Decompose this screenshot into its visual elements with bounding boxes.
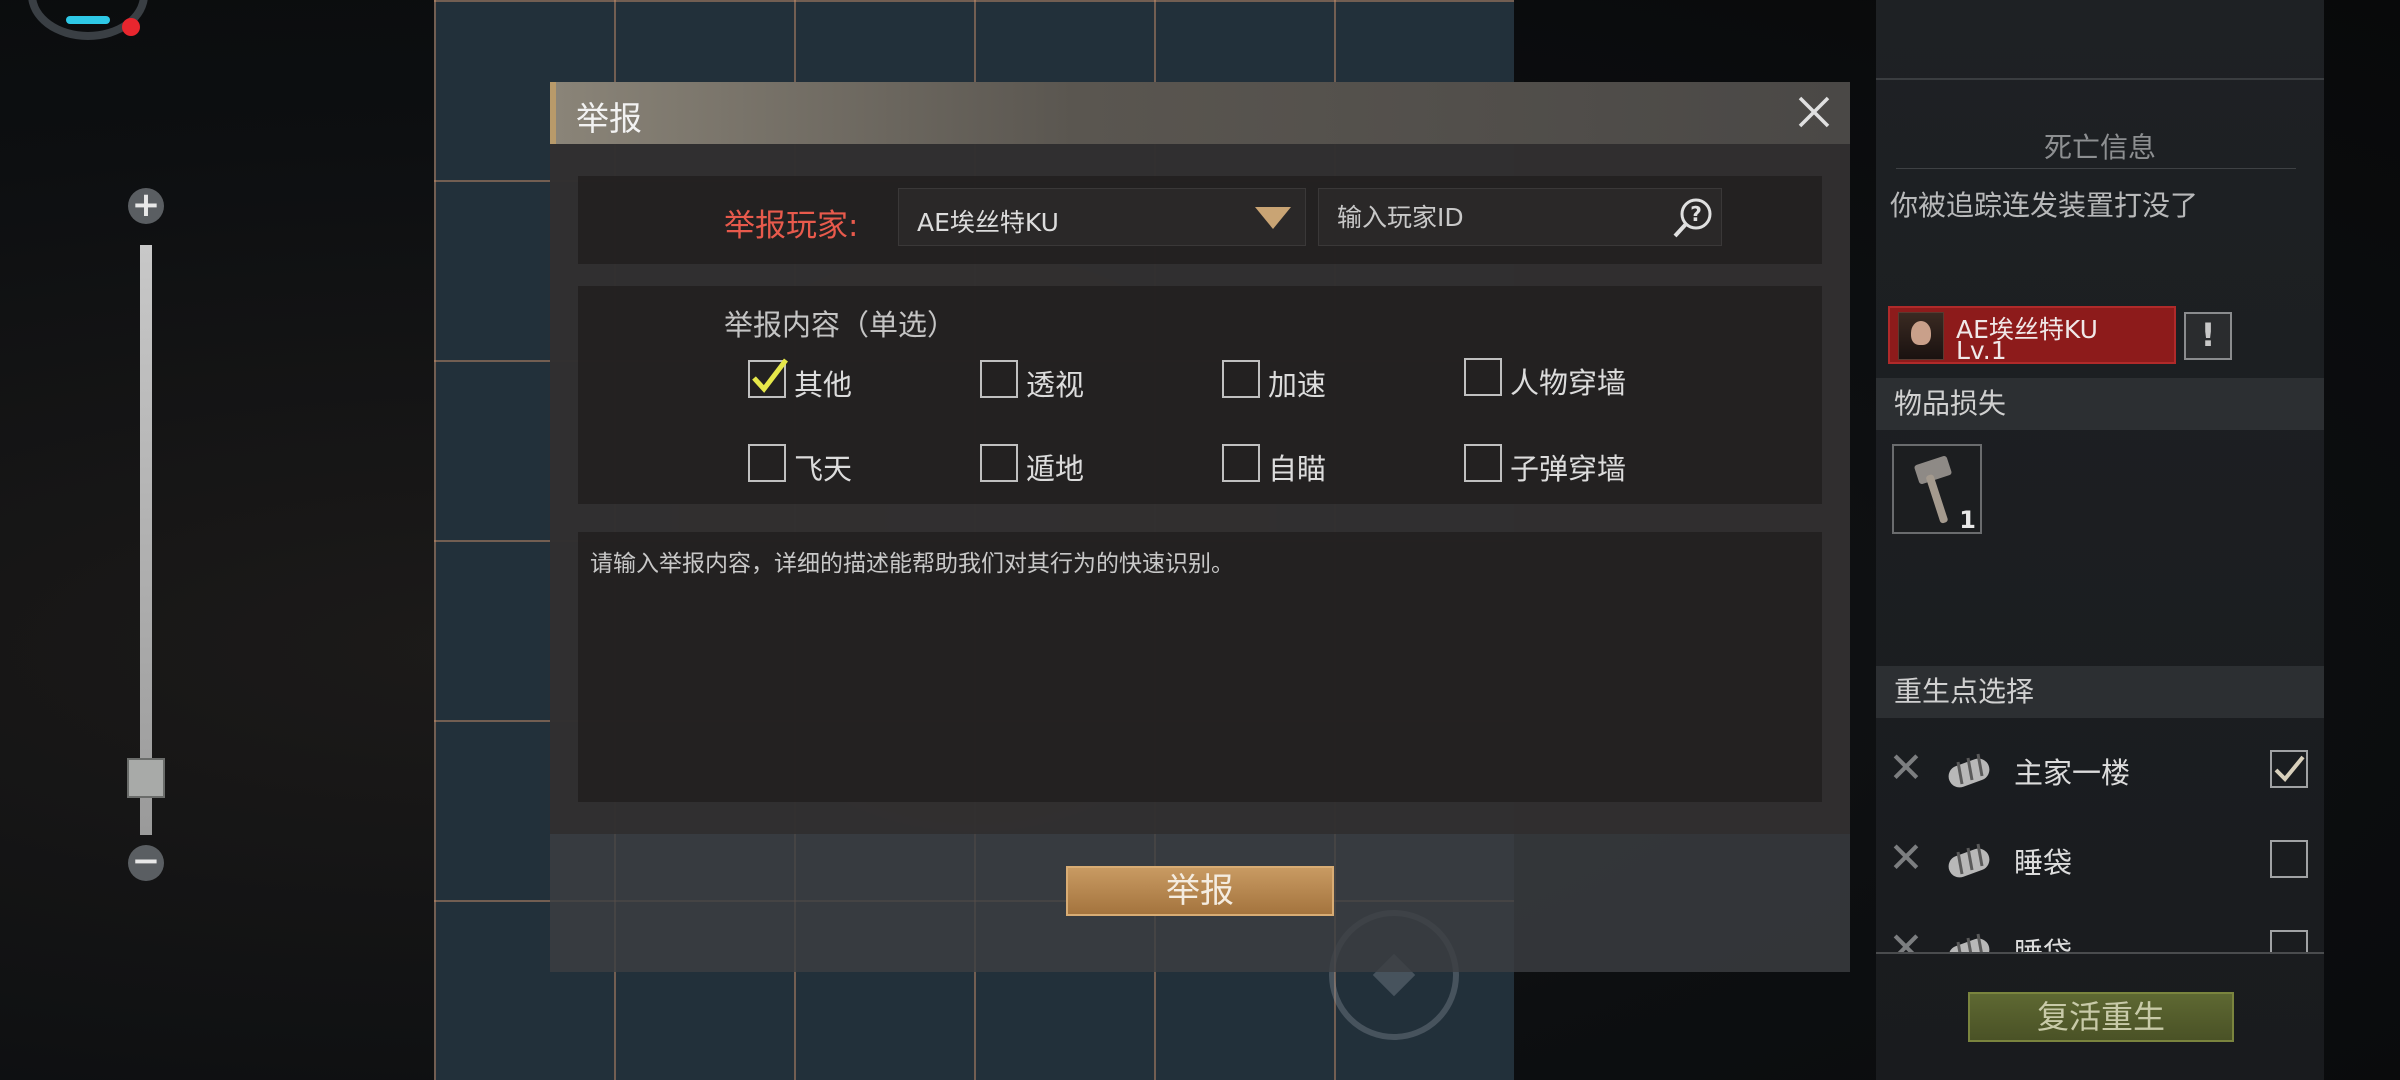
respawn-point-row[interactable]: ✕ 睡袋 — [1876, 818, 2324, 898]
report-description-input[interactable] — [578, 532, 1822, 802]
revive-button[interactable]: 复活重生 — [1968, 992, 2234, 1042]
killer-level: Lv.1 — [1956, 336, 2007, 365]
search-help-icon[interactable]: ? — [1670, 196, 1714, 240]
report-content-box: 举报内容（单选） 其他 透视 加速 人物穿墙 飞天 遁地 自瞄 子弹穿墙 — [578, 286, 1822, 504]
option-label: 加速 — [1268, 368, 1327, 402]
option-checkbox[interactable] — [748, 358, 788, 398]
chevron-down-icon[interactable] — [1255, 207, 1291, 229]
sleeping-bag-icon — [1948, 843, 1990, 878]
notification-dot — [122, 18, 140, 36]
sleeping-bag-icon — [1948, 753, 1990, 788]
lost-item-slot[interactable]: 1 — [1892, 444, 1982, 534]
report-content-title: 举报内容（单选） — [724, 308, 957, 342]
divider — [1876, 78, 2324, 80]
option-label: 其他 — [794, 368, 853, 402]
player-id-input[interactable] — [1318, 188, 1722, 246]
report-dialog-header: 举报 — [550, 82, 1850, 144]
report-killer-button[interactable]: ! — [2184, 312, 2232, 360]
remove-icon[interactable]: ✕ — [1886, 927, 1926, 953]
option-checkbox[interactable] — [1464, 444, 1502, 482]
report-dialog-body: 举报玩家: AE埃丝特KU ? 举报内容（单选） 其他 透视 — [550, 144, 1850, 834]
checkmark-icon — [2274, 755, 2305, 782]
player-select-dropdown[interactable]: AE埃丝特KU — [898, 188, 1306, 246]
respawn-point-checkbox[interactable] — [2270, 750, 2308, 788]
killer-avatar — [1898, 312, 1944, 360]
zoom-slider-handle[interactable] — [127, 757, 165, 798]
respawn-point-label: 睡袋 — [2014, 846, 2073, 880]
sleeping-bag-icon — [1948, 933, 1990, 952]
respawn-point-list[interactable]: ✕ 主家一楼 ✕ 睡袋 ✕ — [1876, 728, 2324, 952]
divider — [1896, 168, 2296, 169]
option-checkbox[interactable] — [980, 444, 1018, 482]
death-message: 你被追踪连发装置打没了 — [1890, 189, 2199, 222]
death-info-panel: 死亡信息 你被追踪连发装置打没了 AE埃丝特KU Lv.1 ! 物品损失 1 重… — [1876, 0, 2324, 1080]
respawn-point-checkbox[interactable] — [2270, 840, 2308, 878]
remove-icon[interactable]: ✕ — [1886, 747, 1926, 790]
option-checkbox[interactable] — [748, 444, 786, 482]
svg-text:?: ? — [1690, 202, 1702, 226]
respawn-point-label: 睡袋 — [2014, 930, 2072, 952]
killer-card[interactable]: AE埃丝特KU Lv.1 — [1888, 306, 2176, 365]
report-dialog-title: 举报 — [576, 99, 642, 138]
submit-report-button[interactable]: 举报 — [1066, 866, 1334, 916]
respawn-point-row[interactable]: ✕ 睡袋 — [1876, 908, 2324, 952]
checkmark-icon — [752, 358, 788, 393]
option-checkbox[interactable] — [1222, 444, 1260, 482]
option-label: 遁地 — [1026, 452, 1085, 486]
respawn-point-header: 重生点选择 — [1876, 666, 2324, 718]
option-label: 飞天 — [794, 452, 853, 486]
selected-player: AE埃丝特KU — [917, 208, 1059, 237]
divider — [1876, 952, 2324, 954]
option-checkbox[interactable] — [1464, 358, 1502, 396]
items-lost-header: 物品损失 — [1876, 378, 2324, 430]
option-checkbox[interactable] — [1222, 360, 1260, 398]
option-label: 透视 — [1026, 368, 1085, 402]
item-count: 1 — [1959, 506, 1976, 534]
option-label: 自瞄 — [1268, 452, 1327, 486]
respawn-point-checkbox[interactable] — [2270, 930, 2308, 952]
zoom-in-button[interactable]: + — [128, 188, 164, 224]
option-label: 子弹穿墙 — [1510, 452, 1627, 486]
report-player-row: 举报玩家: AE埃丝特KU ? — [578, 176, 1822, 264]
option-label: 人物穿墙 — [1510, 366, 1627, 400]
zoom-out-button[interactable]: − — [128, 844, 164, 881]
respawn-point-row[interactable]: ✕ 主家一楼 — [1876, 728, 2324, 808]
option-checkbox[interactable] — [980, 360, 1018, 398]
close-icon[interactable] — [1792, 90, 1836, 134]
respawn-point-label: 主家一楼 — [2014, 756, 2131, 790]
remove-icon[interactable]: ✕ — [1886, 837, 1926, 880]
report-player-label: 举报玩家: — [724, 208, 859, 244]
status-ring-accent — [66, 16, 110, 24]
zoom-slider-track[interactable] — [140, 245, 152, 835]
death-info-title: 死亡信息 — [2043, 131, 2156, 164]
